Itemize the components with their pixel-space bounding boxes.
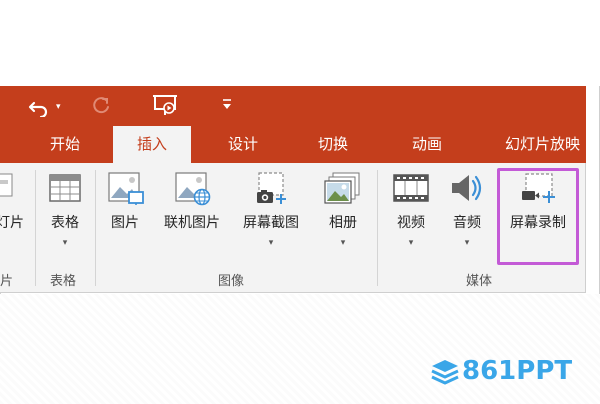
- ribbon-tabs: 开始 插入 设计 切换 动画 幻灯片放映: [0, 126, 586, 165]
- chevron-down-icon: ▾: [268, 238, 274, 248]
- screenshot-icon: [251, 170, 291, 206]
- audio-icon: [447, 170, 487, 206]
- tab-transitions[interactable]: 切换: [310, 126, 356, 163]
- picture-icon: [105, 170, 145, 206]
- screenshot-button[interactable]: 屏幕截图 ▾: [235, 170, 307, 248]
- online-picture-button[interactable]: 联机图片: [156, 170, 228, 232]
- redo-icon: [92, 96, 112, 120]
- online-picture-icon: [172, 170, 212, 206]
- video-icon: [391, 170, 431, 206]
- screenshot-label: 屏幕截图: [243, 215, 299, 231]
- watermark: 861PPT: [430, 352, 590, 392]
- tab-home[interactable]: 开始: [42, 126, 88, 163]
- layers-logo-icon: [430, 358, 460, 390]
- picture-button[interactable]: 图片: [100, 170, 150, 232]
- highlight-box: [497, 168, 579, 265]
- tab-insert[interactable]: 插入: [113, 126, 191, 165]
- new-slide-label: 灯片: [0, 215, 24, 231]
- picture-label: 图片: [111, 215, 139, 231]
- undo-icon[interactable]: [28, 95, 50, 121]
- new-slide-button[interactable]: 灯片: [0, 170, 34, 232]
- table-button[interactable]: 表格 ▾: [40, 170, 90, 248]
- images-group-label: 图像: [218, 274, 245, 289]
- video-label: 视频: [397, 215, 425, 231]
- new-slide-icon: [0, 170, 34, 206]
- online-picture-label: 联机图片: [164, 215, 220, 231]
- top-blank-area: [0, 0, 600, 86]
- album-icon: [323, 170, 363, 206]
- video-button[interactable]: 视频 ▾: [386, 170, 436, 248]
- chevron-down-icon: ▾: [340, 238, 346, 248]
- table-icon: [45, 170, 85, 206]
- tab-animations[interactable]: 动画: [402, 126, 452, 163]
- audio-button[interactable]: 音频 ▾: [442, 170, 492, 248]
- quick-access-toolbar: ▾: [0, 86, 586, 126]
- chevron-down-icon: ▾: [408, 238, 414, 248]
- chevron-down-icon: ▾: [62, 238, 68, 248]
- slides-group-label: 片: [0, 274, 14, 289]
- tab-slideshow[interactable]: 幻灯片放映: [505, 126, 585, 163]
- media-group-label: 媒体: [466, 274, 493, 289]
- audio-label: 音频: [453, 215, 481, 231]
- group-separator: [95, 170, 96, 286]
- chevron-down-icon: ▾: [464, 238, 470, 248]
- present-from-start-icon[interactable]: [152, 94, 178, 122]
- group-separator: [377, 170, 378, 286]
- table-label: 表格: [51, 215, 79, 231]
- group-separator: [35, 170, 36, 286]
- album-label: 相册: [329, 215, 357, 231]
- watermark-text: 861PPT: [462, 356, 573, 386]
- album-button[interactable]: 相册 ▾: [318, 170, 368, 248]
- customize-qat-icon[interactable]: [222, 97, 232, 114]
- tables-group-label: 表格: [50, 274, 77, 289]
- undo-dropdown-icon[interactable]: ▾: [56, 102, 61, 112]
- tab-design[interactable]: 设计: [220, 126, 266, 163]
